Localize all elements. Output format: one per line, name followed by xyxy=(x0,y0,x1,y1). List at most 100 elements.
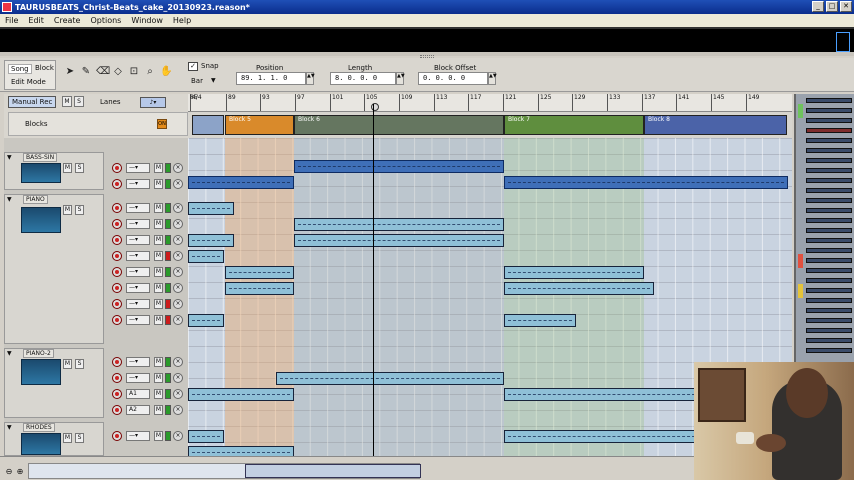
block-8[interactable]: Block 8 xyxy=(644,115,787,135)
mute-tool-icon[interactable]: ⊡ xyxy=(128,66,140,78)
maximize-button[interactable]: □ xyxy=(826,1,838,12)
record-enable-button[interactable] xyxy=(112,235,122,245)
menu-file[interactable]: File xyxy=(0,16,23,25)
record-enable-button[interactable] xyxy=(112,299,122,309)
block-6[interactable]: Block 6 xyxy=(294,115,504,135)
note-clip[interactable] xyxy=(294,160,504,173)
delete-lane-button[interactable]: × xyxy=(173,267,183,277)
lane-mute-button[interactable]: M xyxy=(154,235,163,245)
lane-mute-button[interactable]: M xyxy=(154,179,163,189)
menu-create[interactable]: Create xyxy=(49,16,86,25)
delete-lane-button[interactable]: × xyxy=(173,405,183,415)
delete-lane-button[interactable]: × xyxy=(173,235,183,245)
note-clip[interactable] xyxy=(225,266,294,279)
block-offset-field[interactable]: 0. 0. 0. 0 xyxy=(418,72,488,85)
lane-mute-button[interactable]: M xyxy=(154,405,163,415)
record-enable-button[interactable] xyxy=(112,405,122,415)
rack-strip-handle[interactable] xyxy=(836,32,850,52)
delete-lane-button[interactable]: × xyxy=(173,163,183,173)
lane-select[interactable]: —▾ xyxy=(126,235,150,245)
lane-mute-button[interactable]: M xyxy=(154,203,163,213)
lane-select[interactable]: —▾ xyxy=(126,203,150,213)
hand-tool-icon[interactable]: ✋ xyxy=(160,66,172,78)
rack-overview[interactable] xyxy=(794,94,854,364)
note-clip[interactable] xyxy=(188,446,294,456)
manual-rec-button[interactable]: Manual Rec xyxy=(8,96,57,108)
note-clip[interactable] xyxy=(188,234,234,247)
arrow-tool-icon[interactable]: ➤ xyxy=(64,66,76,78)
delete-lane-button[interactable]: × xyxy=(173,431,183,441)
note-clip[interactable] xyxy=(188,388,294,401)
record-enable-button[interactable] xyxy=(112,179,122,189)
note-clip[interactable] xyxy=(276,372,504,385)
lanes-select[interactable]: ♪▾ xyxy=(140,97,166,108)
solo-all-button[interactable]: S xyxy=(74,96,84,107)
note-clip[interactable] xyxy=(504,430,704,443)
note-clip[interactable] xyxy=(294,234,504,247)
block-previous[interactable] xyxy=(192,115,224,135)
lane-mute-button[interactable]: M xyxy=(154,373,163,383)
blocks-on-button[interactable]: ON xyxy=(157,119,167,129)
lane-mute-button[interactable]: M xyxy=(154,251,163,261)
pencil-tool-icon[interactable]: ✎ xyxy=(80,66,92,78)
minimize-button[interactable]: _ xyxy=(812,1,824,12)
note-clip[interactable] xyxy=(188,202,234,215)
record-enable-button[interactable] xyxy=(112,267,122,277)
razor-tool-icon[interactable]: ◇ xyxy=(112,66,124,78)
menu-help[interactable]: Help xyxy=(168,16,196,25)
horizontal-scrollbar[interactable] xyxy=(28,463,421,479)
delete-lane-button[interactable]: × xyxy=(173,219,183,229)
menu-edit[interactable]: Edit xyxy=(23,16,49,25)
edit-mode-button[interactable]: Edit Mode xyxy=(11,78,46,86)
zoom-out-icon[interactable]: ⊖ xyxy=(4,467,14,477)
note-clip[interactable] xyxy=(504,282,654,295)
note-clip[interactable] xyxy=(188,430,224,443)
lane-mute-button[interactable]: M xyxy=(154,431,163,441)
menu-window[interactable]: Window xyxy=(126,16,168,25)
menu-options[interactable]: Options xyxy=(85,16,126,25)
record-enable-button[interactable] xyxy=(112,373,122,383)
note-clip[interactable] xyxy=(188,176,294,189)
lane-select[interactable]: —▾ xyxy=(126,373,150,383)
lane-mute-button[interactable]: M xyxy=(154,219,163,229)
lane-mute-button[interactable]: M xyxy=(154,315,163,325)
block-5[interactable]: Block 5 xyxy=(225,115,294,135)
record-enable-button[interactable] xyxy=(112,251,122,261)
lane-select[interactable]: —▾ xyxy=(126,251,150,261)
delete-lane-button[interactable]: × xyxy=(173,373,183,383)
lane-select-a1[interactable]: A1 xyxy=(126,389,150,399)
magnify-tool-icon[interactable]: ⌕ xyxy=(144,66,156,78)
song-mode-button[interactable]: Song xyxy=(8,64,32,74)
lane-select[interactable]: —▾ xyxy=(126,283,150,293)
record-enable-button[interactable] xyxy=(112,203,122,213)
block-7[interactable]: Block 7 xyxy=(504,115,644,135)
bar-ruler[interactable]: 4/4 89 93 97 101 105 109 113 117 121 125… xyxy=(188,94,792,112)
snap-checkbox[interactable]: ✓ xyxy=(188,62,198,71)
record-enable-button[interactable] xyxy=(112,389,122,399)
delete-lane-button[interactable]: × xyxy=(173,251,183,261)
eraser-tool-icon[interactable]: ⌫ xyxy=(96,66,110,78)
lane-select-a2[interactable]: A2 xyxy=(126,405,150,415)
lane-select[interactable]: —▾ xyxy=(126,219,150,229)
blocks-track[interactable]: Blocks ON xyxy=(8,112,188,136)
record-enable-button[interactable] xyxy=(112,163,122,173)
lane-mute-button[interactable]: M xyxy=(154,283,163,293)
lane-mute-button[interactable]: M xyxy=(154,163,163,173)
length-spinner[interactable]: ▲▼ xyxy=(396,72,405,85)
lane-select[interactable]: —▾ xyxy=(126,179,150,189)
note-clip[interactable] xyxy=(294,218,504,231)
lane-select[interactable]: —▾ xyxy=(126,299,150,309)
chevron-down-icon[interactable]: ▼ xyxy=(211,77,216,84)
position-field[interactable]: 89. 1. 1. 0 xyxy=(236,72,306,85)
length-field[interactable]: 8. 0. 0. 0 xyxy=(330,72,396,85)
scrollbar-thumb[interactable] xyxy=(245,464,421,478)
block-offset-spinner[interactable]: ▲▼ xyxy=(488,72,497,85)
delete-lane-button[interactable]: × xyxy=(173,315,183,325)
zoom-in-icon[interactable]: ⊕ xyxy=(15,467,25,477)
record-enable-button[interactable] xyxy=(112,283,122,293)
lane-mute-button[interactable]: M xyxy=(154,389,163,399)
delete-lane-button[interactable]: × xyxy=(173,203,183,213)
record-enable-button[interactable] xyxy=(112,219,122,229)
position-spinner[interactable]: ▲▼ xyxy=(306,72,315,85)
lane-select[interactable]: —▾ xyxy=(126,163,150,173)
